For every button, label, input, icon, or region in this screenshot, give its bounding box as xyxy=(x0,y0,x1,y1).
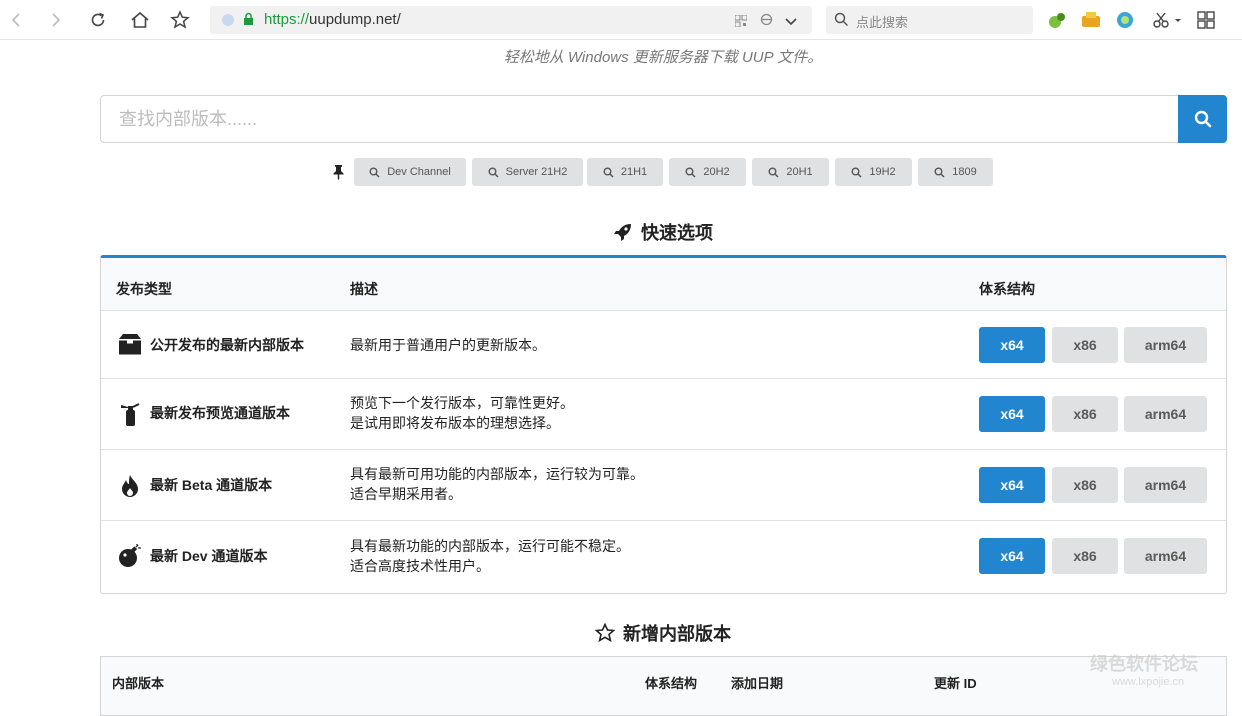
box-icon xyxy=(119,334,141,355)
arch-x86-button[interactable]: x86 xyxy=(1052,538,1118,574)
quick-search-tag[interactable]: 20H2 xyxy=(669,158,746,186)
forward-icon[interactable] xyxy=(44,8,68,32)
page-subtitle: 轻松地从 Windows 更新服务器下载 UUP 文件。 xyxy=(503,49,823,66)
column-header-date: 添加日期 xyxy=(731,676,784,691)
arch-arm64-button[interactable]: arm64 xyxy=(1124,327,1207,363)
watermark-url: www.lxpojie.cn xyxy=(1112,676,1185,688)
table-row: 预览下一个发行版本，可靠性更好。 是试用即将发布版本的理想选择。 最新发布预览通… xyxy=(101,379,1226,450)
extension-icon[interactable] xyxy=(1045,8,1069,32)
ie-mode-icon[interactable] xyxy=(760,13,773,31)
quick-search-tag[interactable]: Dev Channel xyxy=(354,158,466,186)
search-icon xyxy=(603,167,614,178)
release-type-name: 最新 Dev 通道版本 xyxy=(150,548,268,564)
new-builds-table: 内部版本 体系结构 添加日期 更新 ID xyxy=(100,656,1227,716)
table-row: 具有最新可用功能的内部版本，运行较为可靠。 适合早期采用者。 最新 Beta 通… xyxy=(101,450,1226,521)
column-header-update-id: 更新 ID xyxy=(934,676,977,691)
quick-search-tag[interactable]: 20H1 xyxy=(752,158,829,186)
url-text[interactable]: https://uupdump.net/ xyxy=(264,11,401,28)
arch-x64-button[interactable]: x64 xyxy=(979,467,1045,503)
quick-search-tag[interactable]: Server 21H2 xyxy=(472,158,583,186)
arch-x86-button[interactable]: x86 xyxy=(1052,396,1118,432)
extension-icon[interactable] xyxy=(1079,8,1103,32)
lock-icon xyxy=(243,12,254,31)
search-icon xyxy=(369,167,380,178)
pin-icon xyxy=(332,164,345,185)
address-bar[interactable]: https://uupdump.net/ xyxy=(210,6,812,34)
scissors-icon[interactable] xyxy=(1150,8,1184,32)
release-type-name: 最新发布预览通道版本 xyxy=(150,405,290,421)
new-builds-heading: 新增内部版本 xyxy=(0,620,1242,646)
browser-search-placeholder: 点此搜索 xyxy=(856,15,909,30)
browser-toolbar: https://uupdump.net/ 点此搜索 xyxy=(0,0,1242,40)
release-description: 具有最新可用功能的内部版本，运行较为可靠。 适合早期采用者。 xyxy=(350,466,644,502)
column-header-build: 内部版本 xyxy=(112,676,165,691)
column-header-arch: 体系结构 xyxy=(645,676,698,691)
qr-code-icon[interactable] xyxy=(734,14,748,32)
reload-icon[interactable] xyxy=(86,8,110,32)
table-header: 发布类型 描述 体系结构 xyxy=(101,258,1226,311)
rocket-icon xyxy=(614,224,631,241)
column-header-description: 描述 xyxy=(350,281,378,297)
release-type-name: 最新 Beta 通道版本 xyxy=(150,477,273,493)
search-icon xyxy=(934,167,945,178)
release-description: 最新用于普通用户的更新版本。 xyxy=(350,337,546,353)
back-icon[interactable] xyxy=(4,8,28,32)
arch-arm64-button[interactable]: arm64 xyxy=(1124,467,1207,503)
home-icon[interactable] xyxy=(128,8,152,32)
arch-x86-button[interactable]: x86 xyxy=(1052,467,1118,503)
table-row: 公开发布的最新内部版本 最新用于普通用户的更新版本。 x64 x86 arm64 xyxy=(101,311,1226,379)
search-icon xyxy=(834,12,849,32)
quick-options-heading: 快速选项 xyxy=(0,219,1242,245)
quick-options-table: 发布类型 描述 体系结构 公开发布的最新内部版本 最新用于普通用户的更新版本。 … xyxy=(100,255,1227,594)
release-description: 预览下一个发行版本，可靠性更好。 是试用即将发布版本的理想选择。 xyxy=(350,395,574,431)
column-header-type: 发布类型 xyxy=(116,281,172,297)
quick-search-tag[interactable]: 19H2 xyxy=(835,158,912,186)
build-search-input[interactable] xyxy=(101,96,1178,142)
site-info-icon[interactable] xyxy=(222,14,234,26)
search-icon xyxy=(488,167,499,178)
bookmark-star-icon[interactable] xyxy=(168,8,192,32)
table-row: 具有最新功能的内部版本，运行可能不稳定。 适合高度技术性用户。 最新 Dev 通… xyxy=(101,521,1226,593)
quick-search-tag[interactable]: 21H1 xyxy=(587,158,663,186)
search-icon xyxy=(1194,110,1211,128)
arch-arm64-button[interactable]: arm64 xyxy=(1124,396,1207,432)
arch-x64-button[interactable]: x64 xyxy=(979,538,1045,574)
build-search-field[interactable] xyxy=(100,95,1178,143)
apps-grid-icon[interactable] xyxy=(1194,8,1218,32)
browser-search-box[interactable]: 点此搜索 xyxy=(826,6,1033,34)
arch-x86-button[interactable]: x86 xyxy=(1052,327,1118,363)
arch-arm64-button[interactable]: arm64 xyxy=(1124,538,1207,574)
column-header-arch: 体系结构 xyxy=(979,281,1035,297)
arch-x64-button[interactable]: x64 xyxy=(979,327,1045,363)
search-icon xyxy=(768,167,779,178)
search-icon xyxy=(851,167,862,178)
quick-search-tag[interactable]: 1809 xyxy=(918,158,993,186)
chevron-down-icon[interactable] xyxy=(784,14,798,32)
build-search-button[interactable] xyxy=(1178,95,1227,143)
extension-icon[interactable] xyxy=(1113,8,1137,32)
release-description: 具有最新功能的内部版本，运行可能不稳定。 适合高度技术性用户。 xyxy=(350,538,630,574)
fire-icon xyxy=(122,475,138,497)
bomb-icon xyxy=(119,544,141,567)
watermark: 绿色软件论坛 xyxy=(1090,654,1198,674)
star-icon xyxy=(595,623,615,643)
release-type-name: 公开发布的最新内部版本 xyxy=(150,337,304,353)
arch-x64-button[interactable]: x64 xyxy=(979,396,1045,432)
fire-extinguisher-icon xyxy=(121,403,140,426)
search-icon xyxy=(685,167,696,178)
